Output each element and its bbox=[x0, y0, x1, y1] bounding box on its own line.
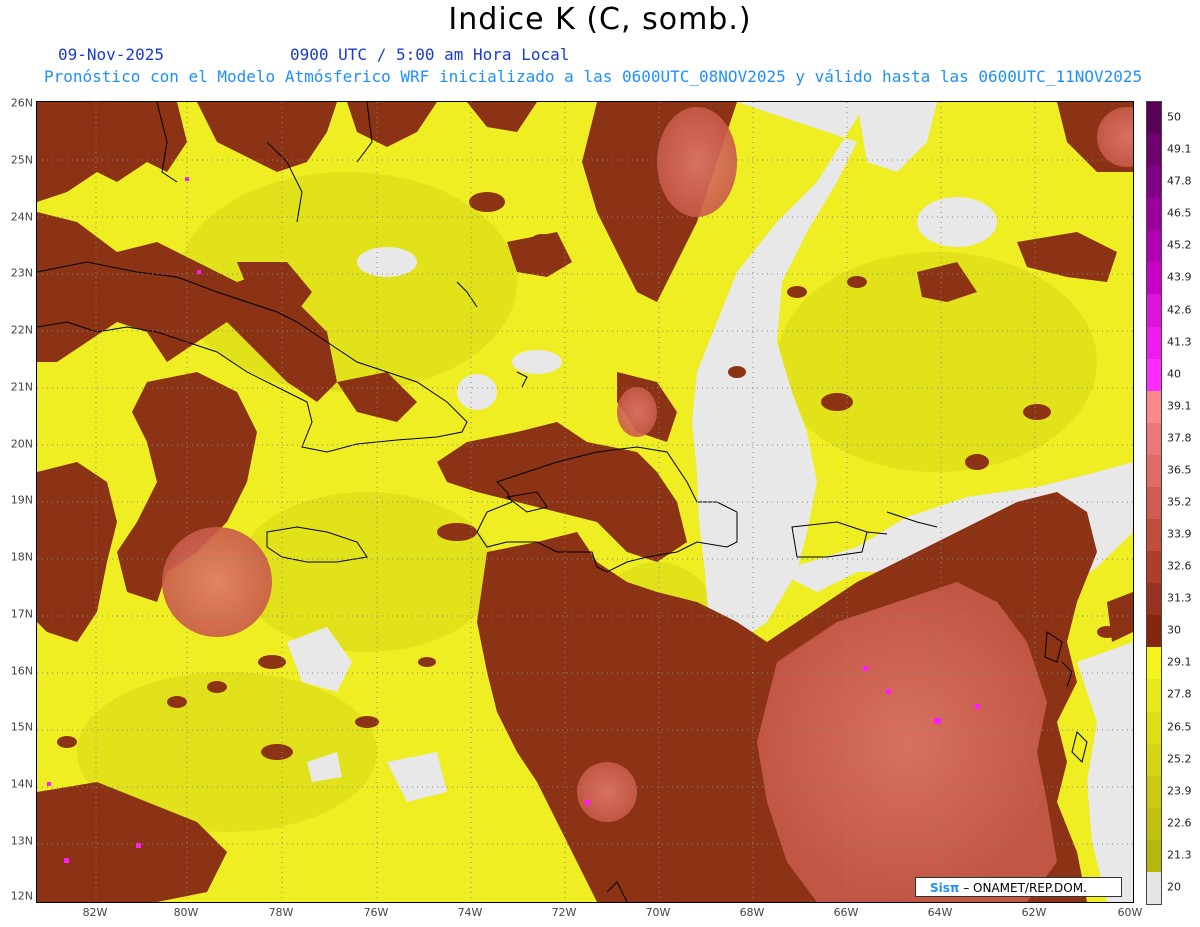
colorbar-label: 46.5 bbox=[1167, 206, 1192, 220]
lon-label: 78W bbox=[268, 906, 294, 919]
colorbar-label: 32.6 bbox=[1167, 559, 1192, 573]
colorbar-label: 45.2 bbox=[1167, 238, 1192, 252]
lon-label: 72W bbox=[551, 906, 577, 919]
colorbar-swatch bbox=[1147, 551, 1161, 584]
colorbar-label: 36.5 bbox=[1167, 463, 1192, 477]
lat-label: 25N bbox=[10, 153, 33, 167]
colorbar-label: 31.3 bbox=[1167, 591, 1192, 605]
colorbar-swatch bbox=[1147, 647, 1161, 680]
lon-label: 62W bbox=[1021, 906, 1047, 919]
k-index-map bbox=[36, 101, 1134, 903]
lon-label: 82W bbox=[82, 906, 108, 919]
colorbar-label: 21.3 bbox=[1167, 848, 1192, 862]
credit-box: Sisπ – ONAMET/REP.DOM. bbox=[915, 877, 1122, 897]
colorbar-label: 40 bbox=[1167, 367, 1181, 381]
sispi-logo: Sisπ bbox=[930, 881, 960, 895]
colorbar-label: 49.1 bbox=[1167, 142, 1192, 156]
colorbar-label: 37.8 bbox=[1167, 431, 1192, 445]
lat-label: 21N bbox=[10, 380, 33, 394]
credit-text: – ONAMET/REP.DOM. bbox=[959, 881, 1087, 895]
valid-time: 0900 UTC / 5:00 am Hora Local bbox=[290, 45, 570, 64]
lat-label: 20N bbox=[10, 437, 33, 451]
colorbar-label: 43.9 bbox=[1167, 270, 1192, 284]
colorbar bbox=[1146, 101, 1162, 905]
colorbar-label: 26.5 bbox=[1167, 720, 1192, 734]
lon-label: 66W bbox=[833, 906, 859, 919]
colorbar-label: 39.1 bbox=[1167, 399, 1192, 413]
colorbar-swatch bbox=[1147, 102, 1161, 135]
lat-label: 22N bbox=[10, 323, 33, 337]
colorbar-swatch bbox=[1147, 422, 1161, 456]
colorbar-swatch bbox=[1147, 486, 1161, 520]
lat-label: 18N bbox=[10, 550, 33, 564]
lat-label: 15N bbox=[10, 720, 33, 734]
colorbar-label: 35.2 bbox=[1167, 495, 1192, 509]
colorbar-swatch bbox=[1147, 358, 1161, 392]
colorbar-label: 30 bbox=[1167, 623, 1181, 637]
colorbar-swatch bbox=[1147, 198, 1161, 231]
valid-date: 09-Nov-2025 bbox=[58, 45, 164, 64]
colorbar-swatch bbox=[1147, 519, 1161, 552]
colorbar-swatch bbox=[1147, 775, 1161, 809]
colorbar-swatch bbox=[1147, 230, 1161, 263]
colorbar-swatch bbox=[1147, 166, 1161, 199]
colorbar-label: 22.6 bbox=[1167, 816, 1192, 830]
colorbar-label: 33.9 bbox=[1167, 527, 1192, 541]
colorbar-label: 47.8 bbox=[1167, 174, 1192, 188]
lon-label: 60W bbox=[1117, 906, 1143, 919]
lat-label: 26N bbox=[10, 96, 33, 110]
lon-label: 74W bbox=[457, 906, 483, 919]
lon-label: 70W bbox=[645, 906, 671, 919]
colorbar-swatch bbox=[1147, 390, 1161, 424]
lat-label: 19N bbox=[10, 493, 33, 507]
lat-label: 13N bbox=[10, 834, 33, 848]
colorbar-swatch bbox=[1147, 134, 1161, 167]
colorbar-label: 20 bbox=[1167, 880, 1181, 894]
lat-label: 23N bbox=[10, 266, 33, 280]
lat-label: 16N bbox=[10, 664, 33, 678]
lat-label: 17N bbox=[10, 607, 33, 621]
colorbar-swatch bbox=[1147, 711, 1161, 745]
colorbar-swatch bbox=[1147, 743, 1161, 777]
colorbar-swatch bbox=[1147, 326, 1161, 360]
lat-label: 24N bbox=[10, 210, 33, 224]
colorbar-label: 42.6 bbox=[1167, 303, 1192, 317]
map-title: Indice K (C, somb.) bbox=[448, 2, 752, 37]
colorbar-swatch bbox=[1147, 262, 1161, 295]
model-info: Pronóstico con el Modelo Atmósferico WRF… bbox=[44, 67, 1143, 86]
lon-label: 64W bbox=[927, 906, 953, 919]
colorbar-label: 29.1 bbox=[1167, 655, 1192, 669]
colorbar-swatch bbox=[1147, 871, 1161, 905]
lon-label: 80W bbox=[173, 906, 199, 919]
colorbar-swatch bbox=[1147, 615, 1161, 648]
colorbar-label: 25.2 bbox=[1167, 752, 1192, 766]
colorbar-label: 23.9 bbox=[1167, 784, 1192, 798]
colorbar-label: 50 bbox=[1167, 110, 1181, 124]
colorbar-swatch bbox=[1147, 807, 1161, 841]
lat-label: 12N bbox=[10, 889, 33, 903]
lon-label: 68W bbox=[739, 906, 765, 919]
colorbar-swatch bbox=[1147, 679, 1161, 713]
lat-label: 14N bbox=[10, 777, 33, 791]
colorbar-label: 27.8 bbox=[1167, 687, 1192, 701]
colorbar-swatch bbox=[1147, 839, 1161, 873]
lon-label: 76W bbox=[363, 906, 389, 919]
colorbar-swatch bbox=[1147, 583, 1161, 616]
map-canvas bbox=[37, 102, 1133, 902]
colorbar-swatch bbox=[1147, 454, 1161, 488]
colorbar-label: 41.3 bbox=[1167, 335, 1192, 349]
colorbar-swatch bbox=[1147, 294, 1161, 328]
